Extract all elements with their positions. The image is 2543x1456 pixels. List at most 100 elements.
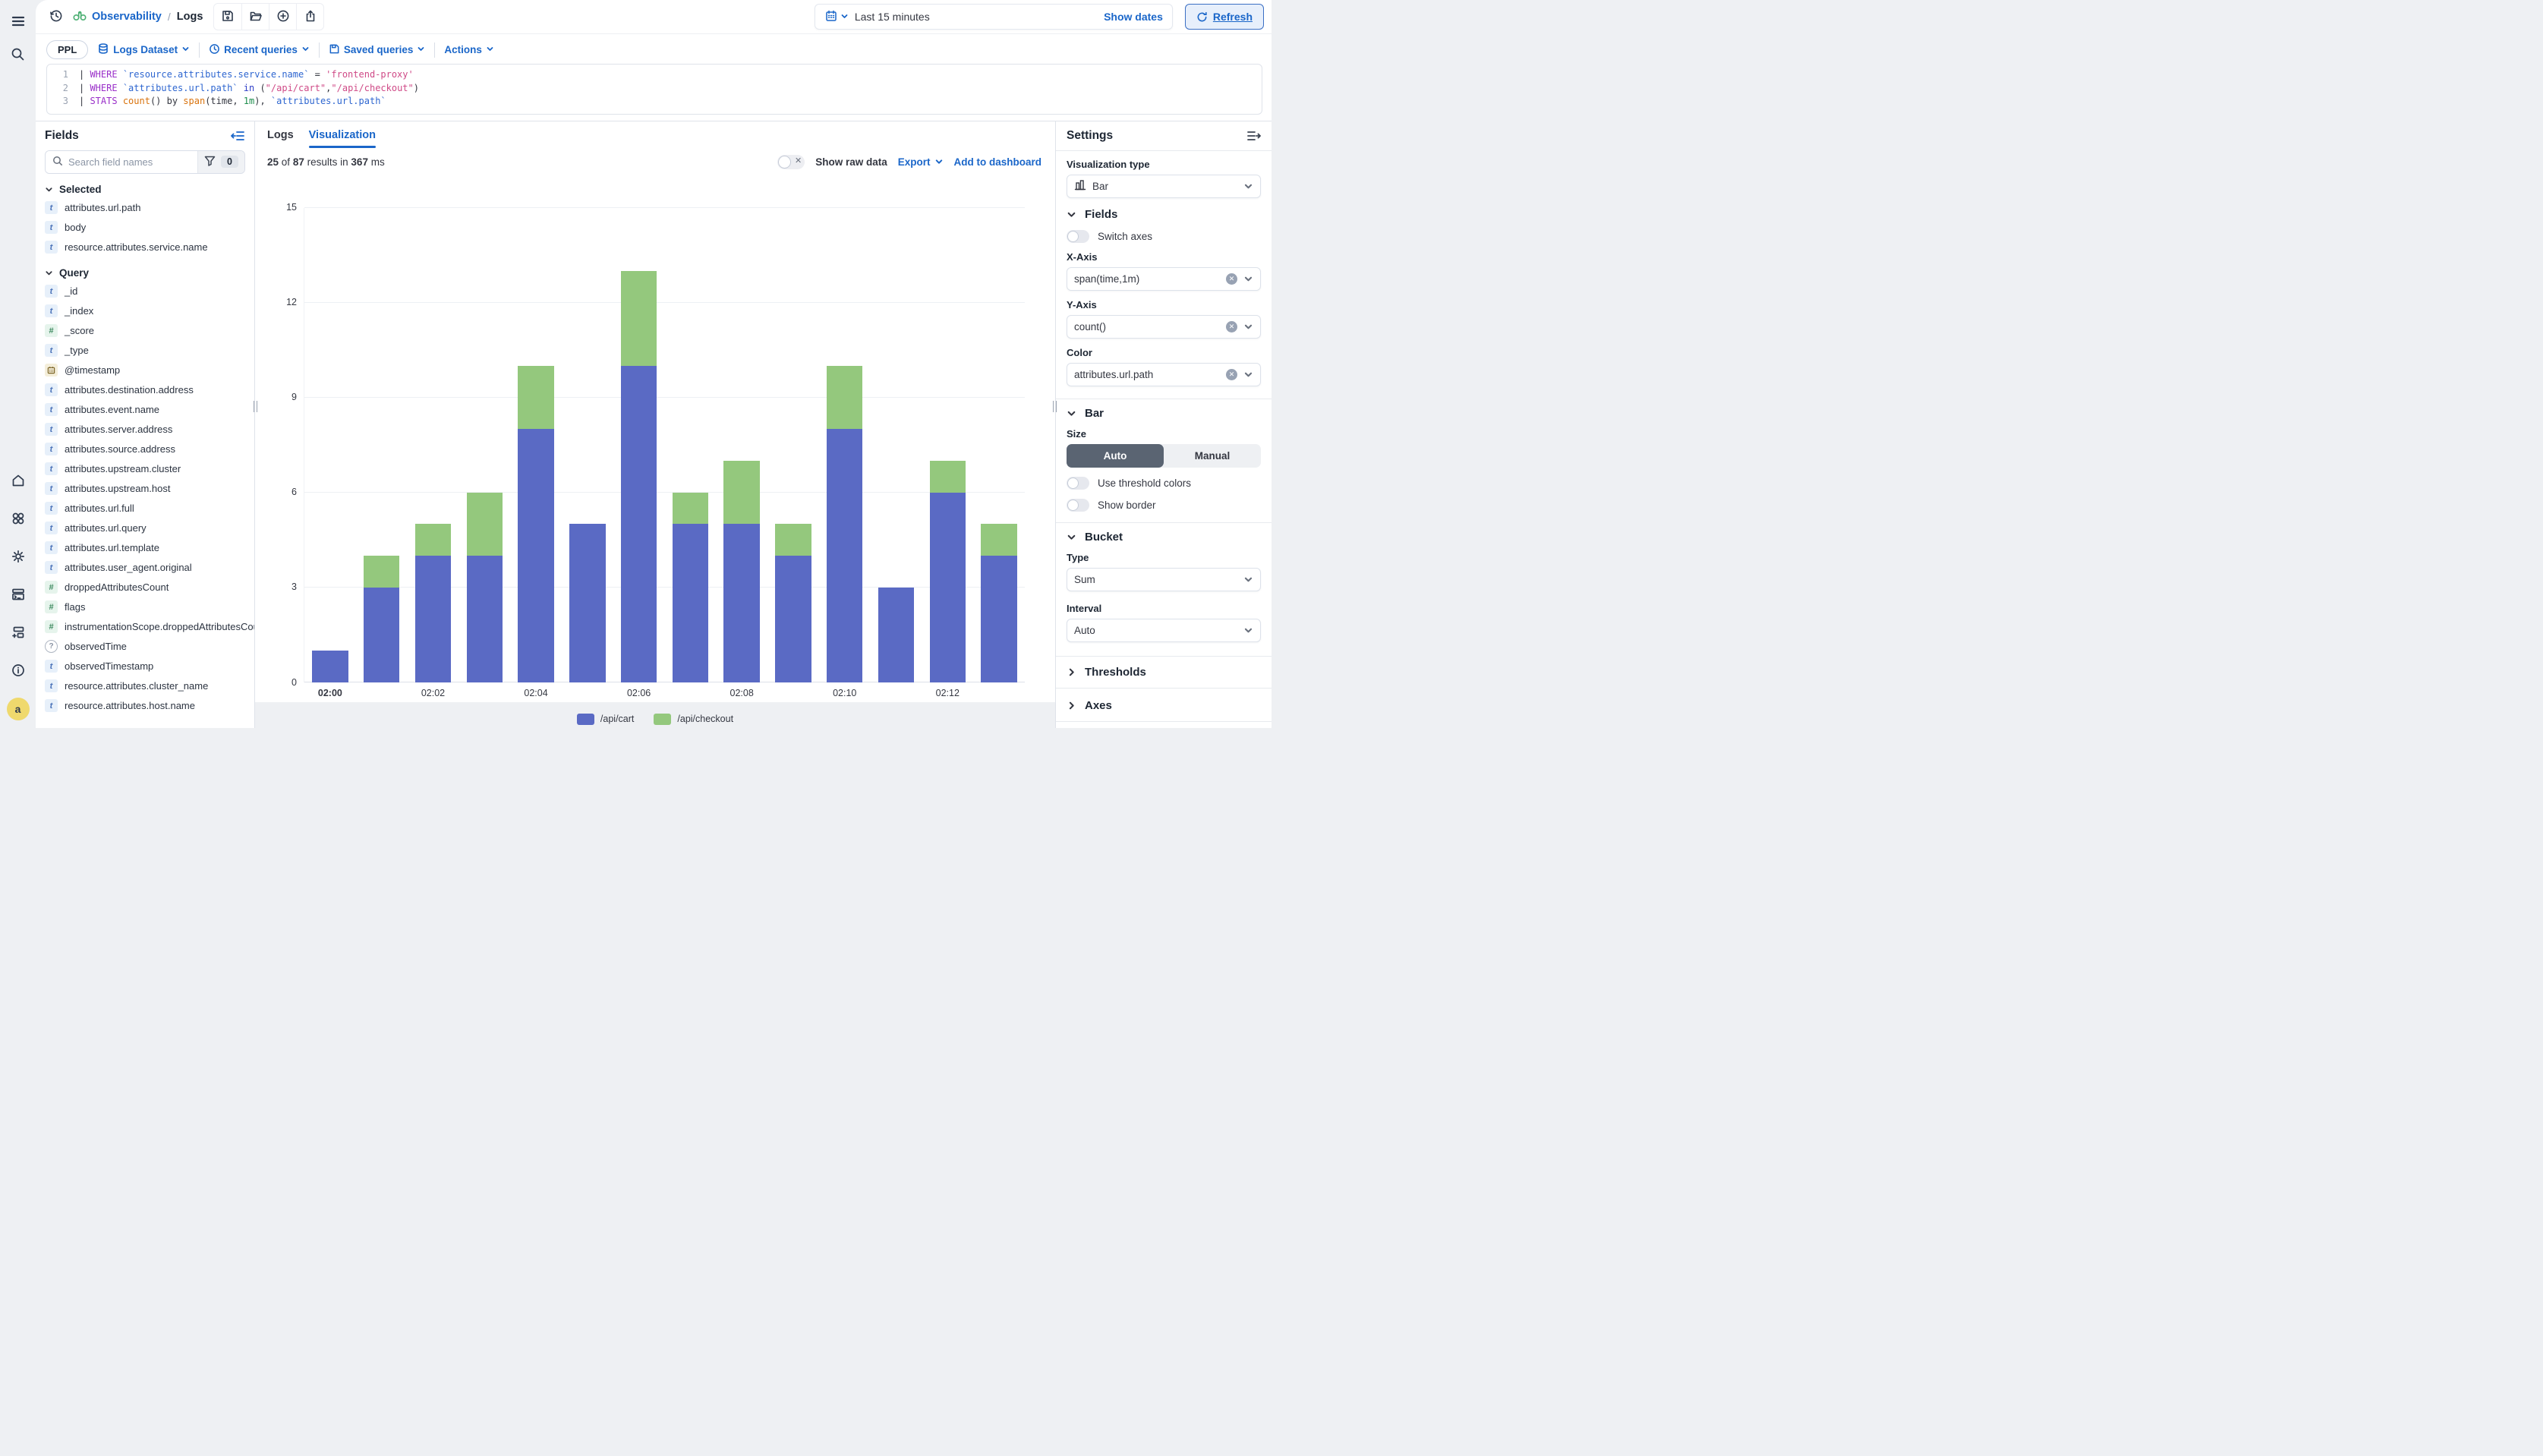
field-search[interactable] (46, 151, 197, 173)
color-select[interactable]: attributes.url.path ✕ (1067, 363, 1261, 386)
filter-icon[interactable] (204, 156, 216, 169)
accordion-bucket[interactable]: Bucket (1067, 531, 1261, 544)
stacked-bar[interactable] (878, 588, 914, 682)
field-list-item[interactable]: #flags (45, 597, 245, 617)
field-list-item[interactable]: tattributes.event.name (45, 400, 245, 420)
fields-panel-resize-handle[interactable] (254, 401, 257, 412)
stacked-bar[interactable] (723, 461, 759, 682)
share-button[interactable] (296, 4, 323, 30)
field-list-item[interactable]: t_id (45, 282, 245, 301)
field-list-item[interactable]: #instrumentationScope.droppedAttributesC… (45, 617, 245, 637)
field-list-item[interactable]: tresource.attributes.cluster_name (45, 676, 245, 696)
field-list-item[interactable]: tattributes.server.address (45, 420, 245, 440)
query-editor[interactable]: 1| WHERE `resource.attributes.service.na… (46, 64, 1262, 115)
save-button[interactable] (214, 4, 241, 30)
apps-nav-button[interactable] (7, 508, 30, 531)
clear-icon[interactable]: ✕ (1226, 369, 1237, 380)
breadcrumb-observability[interactable]: Observability (72, 8, 162, 25)
tab-logs[interactable]: Logs (267, 129, 294, 148)
stacked-bar[interactable] (775, 524, 811, 682)
field-list-item[interactable]: @timestamp (45, 361, 245, 380)
field-list-item[interactable]: tbody (45, 218, 245, 238)
dev-tools-nav-button[interactable] (7, 584, 30, 607)
saved-queries-menu[interactable]: Saved queries (329, 43, 426, 57)
accordion-bar[interactable]: Bar (1067, 407, 1261, 420)
actions-menu[interactable]: Actions (444, 44, 494, 55)
stacked-bar[interactable] (415, 524, 451, 682)
calendar-dropdown[interactable] (824, 9, 849, 25)
info-nav-button[interactable] (7, 660, 30, 682)
dataset-selector[interactable]: Logs Dataset (97, 43, 190, 57)
stacked-bar[interactable] (312, 651, 348, 682)
field-list-item[interactable]: tattributes.destination.address (45, 380, 245, 400)
stacked-bar[interactable] (364, 556, 399, 682)
stacked-bar[interactable] (569, 524, 605, 682)
time-range-picker[interactable]: Last 15 minutes Show dates (815, 4, 1173, 30)
settings-nav-button[interactable] (7, 546, 30, 569)
bar-segment-apicart (673, 524, 708, 682)
home-nav-button[interactable] (7, 470, 30, 493)
stacked-bar[interactable] (981, 524, 1016, 682)
query-language-badge[interactable]: PPL (46, 40, 88, 59)
field-search-input[interactable] (68, 156, 191, 168)
refresh-button[interactable]: Refresh (1185, 4, 1264, 30)
field-list-item[interactable]: tattributes.upstream.cluster (45, 459, 245, 479)
add-button[interactable] (269, 4, 296, 30)
user-avatar[interactable]: a (7, 698, 30, 720)
field-list-item[interactable]: t_type (45, 341, 245, 361)
y-axis-select[interactable]: count() ✕ (1067, 315, 1261, 339)
stacked-bar[interactable] (673, 493, 708, 682)
field-list-item[interactable]: tresource.attributes.service.name (45, 238, 245, 257)
show-dates-link[interactable]: Show dates (1104, 11, 1163, 23)
global-search-button[interactable] (7, 44, 30, 67)
add-panel-nav-button[interactable] (7, 622, 30, 644)
switch-axes-toggle[interactable] (1067, 230, 1089, 243)
field-list-item[interactable]: tresource.attributes.host.name (45, 696, 245, 716)
viz-type-select[interactable]: Bar (1067, 175, 1261, 198)
bucket-interval-select[interactable]: Auto (1067, 619, 1261, 642)
history-button[interactable] (45, 5, 68, 28)
field-list-item[interactable]: ?observedTime (45, 637, 245, 657)
legend-item[interactable]: /api/checkout (654, 714, 733, 725)
field-list-item[interactable]: tattributes.source.address (45, 440, 245, 459)
show-border-toggle[interactable] (1067, 499, 1089, 512)
recent-queries-menu[interactable]: Recent queries (209, 43, 310, 57)
field-list-item[interactable]: tattributes.url.template (45, 538, 245, 558)
accordion-axes[interactable]: Axes (1067, 698, 1261, 712)
bucket-type-select[interactable]: Sum (1067, 568, 1261, 591)
show-raw-data-toggle[interactable]: ✕ (777, 155, 805, 169)
field-list-item[interactable]: tattributes.url.path (45, 198, 245, 218)
field-list-item[interactable]: tattributes.url.query (45, 518, 245, 538)
accordion-fields[interactable]: Fields (1067, 208, 1261, 221)
accordion-thresholds[interactable]: Thresholds (1067, 664, 1261, 679)
field-list-item[interactable]: t_index (45, 301, 245, 321)
clear-icon[interactable]: ✕ (1226, 321, 1237, 332)
add-to-dashboard-link[interactable]: Add to dashboard (954, 156, 1042, 168)
stacked-bar[interactable] (621, 271, 657, 682)
collapse-fields-panel-button[interactable] (231, 130, 245, 142)
field-list-item[interactable]: tattributes.url.full (45, 499, 245, 518)
stacked-bar[interactable] (930, 461, 966, 682)
field-list-item[interactable]: #_score (45, 321, 245, 341)
field-list-item[interactable]: tattributes.user_agent.original (45, 558, 245, 578)
field-list-item[interactable]: tattributes.upstream.host (45, 479, 245, 499)
clear-icon[interactable]: ✕ (1226, 273, 1237, 285)
size-option-manual[interactable]: Manual (1164, 444, 1261, 468)
open-button[interactable] (241, 4, 269, 30)
use-threshold-colors-toggle[interactable] (1067, 477, 1089, 490)
stacked-bar[interactable] (467, 493, 503, 682)
settings-panel-resize-handle[interactable] (1053, 401, 1057, 412)
tab-visualization[interactable]: Visualization (309, 129, 376, 148)
size-option-auto[interactable]: Auto (1067, 444, 1164, 468)
collapse-settings-panel-button[interactable] (1246, 130, 1261, 142)
export-menu[interactable]: Export (898, 156, 944, 168)
field-group-header[interactable]: Query (45, 267, 245, 279)
field-list-item[interactable]: #droppedAttributesCount (45, 578, 245, 597)
stacked-bar[interactable] (518, 366, 553, 682)
x-axis-select[interactable]: span(time,1m) ✕ (1067, 267, 1261, 291)
field-list-item[interactable]: tobservedTimestamp (45, 657, 245, 676)
stacked-bar[interactable] (827, 366, 862, 682)
menu-button[interactable] (7, 11, 30, 33)
legend-item[interactable]: /api/cart (577, 714, 634, 725)
field-group-header[interactable]: Selected (45, 184, 245, 195)
